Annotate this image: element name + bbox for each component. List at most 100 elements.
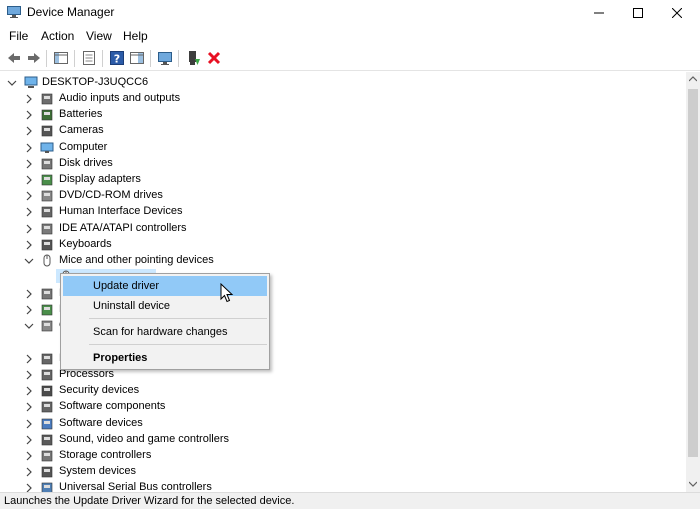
tree-category[interactable]: Software devices [0, 416, 686, 432]
tree-category[interactable]: Storage controllers [0, 448, 686, 464]
tree-item-label: Batteries [59, 108, 103, 120]
window-title: Device Manager [27, 5, 115, 19]
chevron-right-icon[interactable] [24, 191, 34, 201]
tree-item-label: Sound, video and game controllers [59, 433, 229, 445]
status-text: Launches the Update Driver Wizard for th… [4, 495, 295, 507]
ide-controller-icon [41, 223, 53, 235]
tree-item-label: Display adapters [59, 173, 141, 185]
properties-sheet-icon[interactable] [81, 50, 97, 66]
tree-category[interactable]: Universal Serial Bus controllers [0, 480, 686, 492]
chevron-right-icon[interactable] [24, 207, 34, 217]
chevron-right-icon[interactable] [24, 435, 34, 445]
chevron-right-icon[interactable] [24, 224, 34, 234]
chevron-right-icon[interactable] [24, 126, 34, 136]
tree-category[interactable]: Keyboards [0, 237, 686, 253]
tree-root[interactable]: DESKTOP-J3UQCC6 [0, 75, 686, 91]
scroll-down-icon[interactable] [689, 481, 697, 487]
usb-icon [41, 482, 53, 492]
tree-category[interactable]: Sound, video and game controllers [0, 432, 686, 448]
tree-category[interactable]: Security devices [0, 383, 686, 399]
tree-category[interactable]: Display adapters [0, 172, 686, 188]
chevron-right-icon[interactable] [24, 289, 34, 299]
disk-drive-icon [41, 158, 53, 170]
tree-item-label: Computer [59, 141, 108, 153]
display-adapter-icon [41, 174, 53, 186]
chevron-right-icon[interactable] [24, 94, 34, 104]
chevron-right-icon[interactable] [24, 240, 34, 250]
menu-scan-hardware[interactable]: Scan for hardware changes [63, 322, 267, 342]
vertical-scrollbar[interactable] [686, 72, 700, 492]
toolbar-separator [150, 50, 151, 67]
tree-item-label: Human Interface Devices [59, 205, 183, 217]
tree-item-label: IDE ATA/ATAPI controllers [59, 222, 187, 234]
chevron-right-icon[interactable] [24, 451, 34, 461]
scrollbar-thumb[interactable] [688, 89, 698, 457]
forward-arrow-icon[interactable] [26, 50, 42, 66]
update-driver-icon[interactable] [186, 50, 202, 66]
back-arrow-icon[interactable] [6, 50, 22, 66]
chevron-down-icon[interactable] [7, 78, 17, 88]
chevron-right-icon[interactable] [24, 402, 34, 412]
tree-category[interactable]: Audio inputs and outputs [0, 91, 686, 107]
menu-update-driver[interactable]: Update driver [63, 276, 267, 296]
tree-item-label: DVD/CD-ROM drives [59, 189, 163, 201]
status-bar: Launches the Update Driver Wizard for th… [0, 492, 700, 509]
tree-category[interactable]: Human Interface Devices [0, 204, 686, 220]
tree-category[interactable]: Cameras [0, 123, 686, 139]
help-icon[interactable]: ? [109, 50, 125, 66]
tree-category[interactable]: Software components [0, 399, 686, 415]
dvd-drive-icon [41, 190, 53, 202]
close-button[interactable] [654, 0, 700, 26]
chevron-right-icon[interactable] [24, 419, 34, 429]
show-hide-console-tree-icon[interactable] [53, 50, 69, 66]
chevron-right-icon[interactable] [24, 110, 34, 120]
software-device-icon [41, 418, 53, 430]
tree-category[interactable]: Disk drives [0, 156, 686, 172]
chevron-right-icon[interactable] [24, 483, 34, 492]
menu-view[interactable]: View [86, 29, 112, 43]
processor-icon [41, 369, 53, 381]
tree-category[interactable]: Mice and other pointing devices [0, 253, 686, 269]
chevron-right-icon[interactable] [24, 143, 34, 153]
camera-icon [41, 125, 53, 137]
tree-category[interactable]: IDE ATA/ATAPI controllers [0, 221, 686, 237]
action-pane-icon[interactable] [129, 50, 145, 66]
toolbar: ? [0, 46, 700, 71]
chevron-right-icon[interactable] [24, 354, 34, 364]
security-device-icon [41, 385, 53, 397]
chevron-down-icon[interactable] [24, 321, 34, 331]
chevron-right-icon[interactable] [24, 467, 34, 477]
uninstall-device-icon[interactable] [206, 50, 222, 66]
mouse-icon [43, 254, 51, 267]
menu-file[interactable]: File [9, 29, 28, 43]
chevron-right-icon[interactable] [24, 175, 34, 185]
hid-icon [41, 206, 53, 218]
tree-category[interactable]: Batteries [0, 107, 686, 123]
computer-icon [24, 76, 38, 88]
tree-item-label: Keyboards [59, 238, 112, 250]
tree-category[interactable]: DVD/CD-ROM drives [0, 188, 686, 204]
menu-action[interactable]: Action [41, 29, 74, 43]
chevron-right-icon[interactable] [24, 370, 34, 380]
chevron-right-icon[interactable] [24, 159, 34, 169]
battery-icon [41, 109, 53, 121]
monitor-icon [40, 142, 54, 153]
chevron-down-icon[interactable] [24, 256, 34, 266]
chevron-right-icon[interactable] [24, 386, 34, 396]
menu-properties[interactable]: Properties [63, 348, 267, 368]
chevron-right-icon[interactable] [24, 305, 34, 315]
tree-item-label: Universal Serial Bus controllers [59, 481, 212, 492]
speaker-icon [41, 93, 53, 105]
device-manager-icon [7, 6, 21, 18]
scroll-up-icon[interactable] [689, 76, 697, 82]
menu-separator [89, 318, 267, 319]
menu-separator [89, 344, 267, 345]
menu-properties-label: Properties [93, 352, 148, 364]
tree-item-label: Software devices [59, 417, 143, 429]
tree-item-label: Security devices [59, 384, 140, 396]
scan-hardware-icon[interactable] [157, 50, 173, 66]
menu-help[interactable]: Help [123, 29, 148, 43]
tree-category[interactable]: System devices [0, 464, 686, 480]
tree-category[interactable]: Computer [0, 140, 686, 156]
menu-uninstall-device[interactable]: Uninstall device [63, 296, 267, 316]
